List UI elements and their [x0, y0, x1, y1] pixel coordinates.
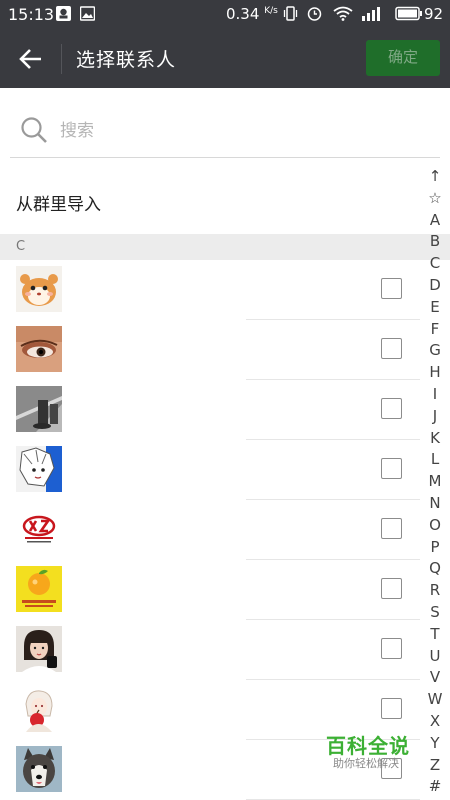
contact-checkbox[interactable] [381, 698, 402, 719]
index-item-k[interactable]: K [424, 428, 446, 450]
watermark-logo: 百科全说 助你轻松解决 [320, 730, 420, 772]
index-item-x[interactable]: X [424, 711, 446, 733]
contact-row[interactable] [0, 500, 420, 560]
index-item-up[interactable]: ↑ [424, 166, 446, 188]
section-header: C [0, 234, 450, 260]
index-item-l[interactable]: L [424, 449, 446, 471]
import-from-group-row[interactable]: 从群里导入 [0, 170, 420, 232]
contact-checkbox[interactable] [381, 398, 402, 419]
index-item-n[interactable]: N [424, 493, 446, 515]
index-item-g[interactable]: G [424, 340, 446, 362]
avatar-husky-dog [16, 746, 62, 792]
search-icon [20, 116, 48, 144]
watermark-subtitle: 助你轻松解决 [333, 757, 399, 770]
index-item-r[interactable]: R [424, 580, 446, 602]
confirm-button[interactable]: 确定 [366, 40, 440, 76]
network-speed-unit: K/s [264, 6, 278, 16]
notification-icon [56, 6, 71, 21]
index-item-y[interactable]: Y [424, 733, 446, 755]
contact-checkbox[interactable] [381, 518, 402, 539]
signal-icon [361, 6, 385, 21]
index-item-f[interactable]: F [424, 319, 446, 341]
avatar-chuangxin-logo [16, 506, 62, 552]
avatar-girl-portrait [16, 626, 62, 672]
avatar-eye-makeup-photo [16, 326, 62, 372]
image-icon [79, 6, 96, 21]
status-time: 15:13 [8, 5, 55, 24]
index-item-q[interactable]: Q [424, 558, 446, 580]
index-item-b[interactable]: B [424, 231, 446, 253]
index-item-j[interactable]: J [424, 406, 446, 428]
index-item-star[interactable]: ☆ [424, 188, 446, 210]
alarm-icon [307, 6, 322, 21]
contact-row[interactable] [0, 440, 420, 500]
status-bar: 15:13 0.34 K/s 92 [0, 0, 450, 30]
index-item-i[interactable]: I [424, 384, 446, 406]
index-item-h[interactable]: H [424, 362, 446, 384]
contact-checkbox[interactable] [381, 578, 402, 599]
contact-row[interactable] [0, 380, 420, 440]
alphabet-index-bar[interactable]: ↑ ☆ A B C D E F G H I J K L M N O P Q R … [424, 166, 446, 800]
battery-level: 92 [424, 5, 444, 23]
index-item-v[interactable]: V [424, 667, 446, 689]
avatar-anime-girl-apple [16, 686, 62, 732]
avatar-orange-logo [16, 566, 62, 612]
wifi-icon [333, 6, 353, 21]
search-bar [10, 104, 440, 158]
index-item-m[interactable]: M [424, 471, 446, 493]
contact-list [0, 260, 420, 800]
import-from-group-label: 从群里导入 [16, 195, 101, 215]
back-arrow-icon [19, 49, 41, 69]
index-item-u[interactable]: U [424, 646, 446, 668]
index-item-z[interactable]: Z [424, 755, 446, 777]
avatar-street-bw-photo [16, 386, 62, 432]
index-item-hash[interactable]: # [424, 776, 446, 798]
contact-checkbox[interactable] [381, 278, 402, 299]
contact-checkbox[interactable] [381, 638, 402, 659]
index-item-d[interactable]: D [424, 275, 446, 297]
contact-row[interactable] [0, 620, 420, 680]
battery-icon [395, 6, 423, 21]
index-item-p[interactable]: P [424, 537, 446, 559]
back-button[interactable] [14, 42, 48, 76]
network-speed: 0.34 K/s [226, 5, 278, 23]
contact-row[interactable] [0, 260, 420, 320]
section-letter: C [16, 239, 26, 254]
app-bar: 选择联系人 确定 [0, 30, 450, 88]
page-title: 选择联系人 [76, 49, 177, 71]
index-item-t[interactable]: T [424, 624, 446, 646]
avatar-hamster-cartoon [16, 266, 62, 312]
search-input[interactable] [60, 116, 420, 146]
contact-checkbox[interactable] [381, 338, 402, 359]
avatar-anime-character [16, 446, 62, 492]
contact-row[interactable] [0, 320, 420, 380]
title-divider [61, 44, 62, 74]
contact-row[interactable] [0, 560, 420, 620]
contact-checkbox[interactable] [381, 458, 402, 479]
index-item-e[interactable]: E [424, 297, 446, 319]
index-item-w[interactable]: W [424, 689, 446, 711]
index-item-c[interactable]: C [424, 253, 446, 275]
index-item-a[interactable]: A [424, 210, 446, 232]
index-item-o[interactable]: O [424, 515, 446, 537]
index-item-s[interactable]: S [424, 602, 446, 624]
vibrate-icon [283, 6, 298, 21]
